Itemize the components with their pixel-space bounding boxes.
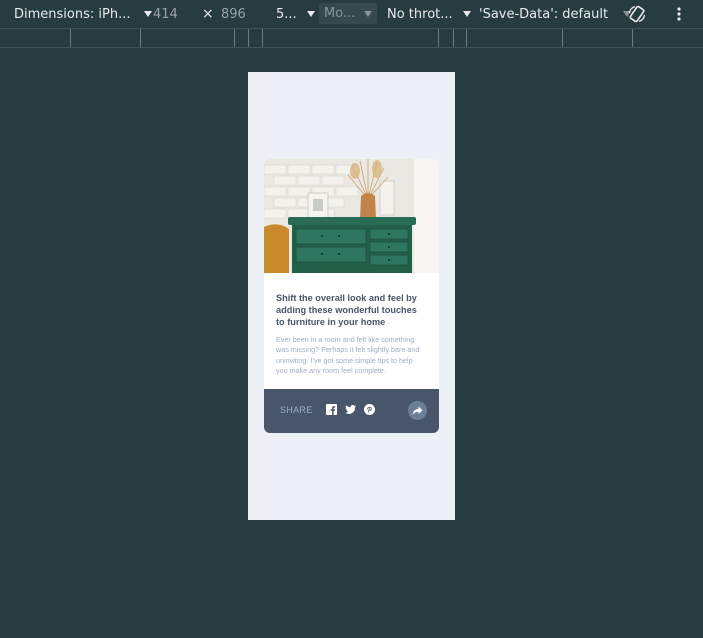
- pinterest-icon[interactable]: [364, 404, 375, 415]
- furniture-image: [264, 159, 439, 273]
- twitter-icon[interactable]: [345, 404, 356, 415]
- share-bar: SHARE: [264, 389, 439, 433]
- ruler-tick: [562, 29, 563, 47]
- ruler-tick: [262, 29, 263, 47]
- save-data-select[interactable]: 'Save-Data': default: [479, 0, 632, 28]
- ruler-tick: [632, 29, 633, 47]
- throttle-dropdown-icon: [462, 11, 471, 17]
- zoom-label: 5...: [276, 6, 297, 22]
- article-description: Ever been in a room and felt like someth…: [276, 335, 420, 376]
- width-input[interactable]: 414: [153, 0, 178, 28]
- zoom-select[interactable]: 5...: [276, 0, 315, 28]
- share-arrow-icon: [412, 406, 423, 415]
- dimension-separator: ×: [202, 6, 214, 22]
- mode-select[interactable]: Mo...: [319, 3, 378, 24]
- throttle-select[interactable]: No throt...: [387, 0, 471, 28]
- more-options-button[interactable]: [673, 0, 685, 28]
- article-card: Shift the overall look and feel by addin…: [264, 159, 439, 433]
- more-vert-icon: [677, 7, 681, 21]
- device-toolbar: Dimensions: iPh... 414 × 896 5... Mo... …: [0, 0, 703, 28]
- height-input[interactable]: 896: [221, 0, 246, 28]
- facebook-icon[interactable]: [326, 404, 337, 415]
- drawers-photo: [264, 159, 439, 273]
- device-dropdown-icon: [144, 11, 153, 17]
- ruler-tick: [438, 29, 439, 47]
- ruler-tick: [466, 29, 467, 47]
- ruler-tick: [70, 29, 71, 47]
- media-query-ruler[interactable]: [0, 28, 703, 48]
- share-button[interactable]: [408, 401, 427, 420]
- save-data-label: 'Save-Data': default: [479, 6, 609, 22]
- share-label: SHARE: [280, 405, 313, 415]
- ruler-tick: [234, 29, 235, 47]
- ruler-tick: [140, 29, 141, 47]
- device-viewport: Shift the overall look and feel by addin…: [248, 72, 455, 520]
- rotate-button[interactable]: [627, 0, 647, 28]
- mode-dropdown-icon: [364, 10, 373, 17]
- throttle-label: No throt...: [387, 6, 453, 22]
- article-title: Shift the overall look and feel by addin…: [276, 293, 417, 327]
- ruler-tick: [453, 29, 454, 47]
- ruler-tick: [248, 29, 249, 47]
- device-select[interactable]: Dimensions: iPh...: [14, 0, 153, 28]
- rotate-icon: [628, 5, 646, 23]
- device-label: Dimensions: iPh...: [14, 6, 131, 22]
- mode-label: Mo...: [324, 6, 356, 21]
- zoom-dropdown-icon: [306, 11, 315, 17]
